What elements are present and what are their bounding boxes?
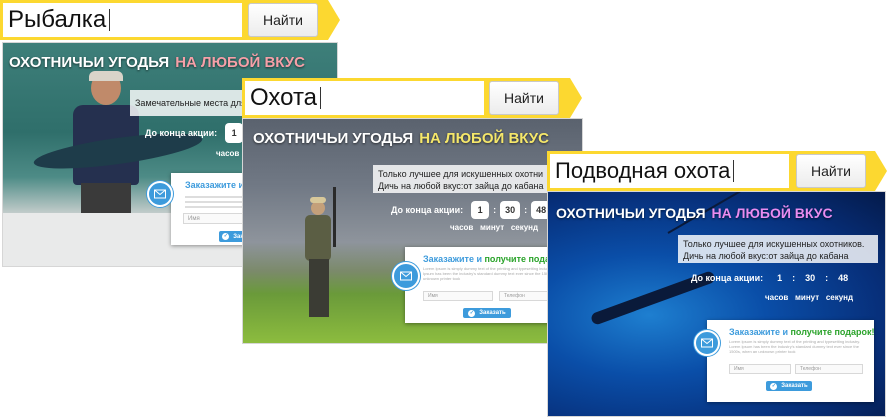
- order-button[interactable]: ✓ Заказать: [766, 381, 812, 391]
- headline-accent: НА ЛЮБОЙ ВКУС: [419, 130, 549, 147]
- text-caret: [109, 9, 110, 31]
- countdown: До конца акции: 1: [145, 123, 244, 143]
- search-bar-hunting: Охота Найти: [242, 78, 582, 118]
- search-query: Подводная охота: [555, 158, 731, 183]
- order-form: Заказажите и получите подарок! Lorem Ips…: [707, 320, 875, 402]
- headline-main: ОХОТНИЧЬИ УГОДЬЯ: [253, 130, 414, 147]
- envelope-icon: [147, 181, 173, 207]
- headline-main: ОХОТНИЧЬИ УГОДЬЯ: [9, 54, 170, 71]
- envelope-icon: [392, 262, 420, 290]
- name-input[interactable]: Имя: [729, 364, 791, 374]
- countdown-label: До конца акции:: [145, 128, 218, 138]
- countdown-minutes: 30: [500, 201, 521, 219]
- countdown-minutes: 30: [805, 273, 816, 283]
- check-icon: ✓: [468, 309, 476, 317]
- search-query: Рыбалка: [8, 6, 107, 33]
- headline-accent: НА ЛЮБОЙ ВКУС: [175, 54, 305, 71]
- info-line-2: Дичь на любой вкус:от зайца до кабана: [683, 251, 849, 262]
- search-input[interactable]: Охота: [245, 81, 484, 115]
- name-input[interactable]: Имя: [183, 213, 249, 224]
- form-title: Заказажите и получите подарок!: [729, 327, 875, 337]
- form-title-part1: Заказажите и: [185, 180, 244, 190]
- search-input[interactable]: Подводная охота: [550, 154, 789, 188]
- search-bar-diving: Подводная охота Найти: [547, 151, 887, 191]
- countdown-units: часов минут секунд: [765, 293, 854, 302]
- countdown-label: До конца акции:: [391, 205, 464, 215]
- order-button[interactable]: ✓ Заказать: [463, 308, 511, 318]
- search-button[interactable]: Найти: [796, 154, 866, 188]
- search-button[interactable]: Найти: [248, 3, 318, 37]
- search-query: Охота: [250, 84, 318, 111]
- countdown-hours: 1: [225, 123, 244, 143]
- countdown-label: До конца акции:: [691, 273, 764, 283]
- check-icon: ✓: [770, 382, 778, 390]
- form-title-part2: получите подарок!: [790, 327, 875, 337]
- form-text: Lorem Ipsum is simply dummy text of the …: [729, 339, 861, 355]
- search-button[interactable]: Найти: [489, 81, 559, 115]
- countdown-sep-1: :: [493, 205, 497, 215]
- name-input[interactable]: Имя: [423, 291, 493, 301]
- countdown: До конца акции: 1 : 30 : 48: [391, 201, 552, 219]
- headline-main: ОХОТНИЧЬИ УГОДЬЯ: [556, 205, 706, 221]
- headline: ОХОТНИЧЬИ УГОДЬЯ НА ЛЮБОЙ ВКУС: [556, 205, 833, 221]
- countdown-units: часов: [216, 149, 240, 158]
- countdown-seconds: 48: [838, 273, 849, 283]
- headline: ОХОТНИЧЬИ УГОДЬЯ НА ЛЮБОЙ ВКУС: [9, 54, 305, 71]
- search-bar-fishing: Рыбалка Найти: [0, 0, 340, 40]
- text-caret: [733, 160, 734, 182]
- order-button-label: Заказать: [781, 383, 808, 389]
- text-caret: [320, 87, 321, 109]
- form-title-part1: Заказажите и: [729, 327, 788, 337]
- check-icon: ✓: [222, 233, 230, 240]
- landing-preview-hunting: ОХОТНИЧЬИ УГОДЬЯ НА ЛЮБОЙ ВКУС Только луч…: [242, 118, 583, 344]
- form-title-part1: Заказажите и: [423, 254, 482, 264]
- headline: ОХОТНИЧЬИ УГОДЬЯ НА ЛЮБОЙ ВКУС: [253, 130, 549, 147]
- envelope-icon: [694, 330, 720, 356]
- info-box: Только лучшее для искушенных охотников. …: [678, 235, 878, 263]
- countdown-hours: 1: [471, 201, 490, 219]
- countdown-sep-2: :: [825, 273, 829, 283]
- headline-accent: НА ЛЮБОЙ ВКУС: [711, 205, 833, 221]
- search-input[interactable]: Рыбалка: [3, 3, 242, 37]
- countdown-sep-1: :: [792, 273, 796, 283]
- landing-preview-diving: ОХОТНИЧЬИ УГОДЬЯ НА ЛЮБОЙ ВКУС Только луч…: [547, 191, 886, 417]
- hunter-figure: [301, 187, 341, 327]
- countdown: До конца акции: 1 : 30 : 48: [691, 273, 848, 283]
- countdown-hours: 1: [777, 273, 783, 283]
- info-line-1: Замечательные места для: [135, 97, 247, 108]
- phone-input[interactable]: Телефон: [795, 364, 863, 374]
- countdown-sep-2: :: [524, 205, 528, 215]
- info-line-1: Только лучшее для искушенных охотников.: [683, 239, 865, 249]
- order-button-label: Заказать: [479, 310, 506, 316]
- countdown-units: часов минут секунд: [450, 223, 539, 232]
